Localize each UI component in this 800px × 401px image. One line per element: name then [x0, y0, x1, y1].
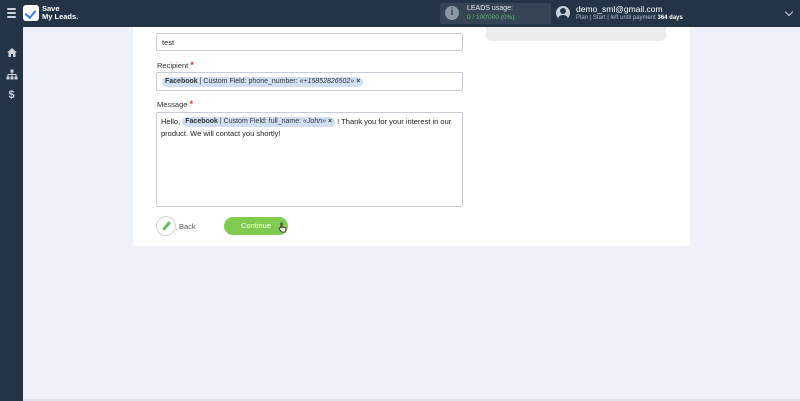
message-chip[interactable]: Facebook | Custom Field: full_name: «Joh… [182, 117, 336, 127]
user-icon[interactable] [556, 6, 570, 20]
required-mark: * [189, 99, 194, 109]
pointer-cursor-icon [278, 222, 287, 233]
recipient-chip[interactable]: Facebook | Custom Field: phone_number: «… [162, 77, 364, 87]
required-mark: * [190, 60, 194, 70]
chip-value: «John» [303, 118, 326, 125]
recipient-label-text: Recipient [157, 61, 189, 70]
dollar-icon[interactable]: $ [5, 89, 18, 101]
chip-source: Facebook [165, 78, 198, 85]
side-panel [486, 27, 666, 41]
chip-remove-icon[interactable]: × [328, 118, 332, 125]
pencil-icon[interactable] [156, 216, 176, 236]
sitemap-icon[interactable] [5, 69, 18, 81]
chip-field: | Custom Field: phone_number: [197, 78, 300, 85]
chip-field: | Custom Field: full_name: [217, 118, 304, 125]
back-button[interactable]: Back [179, 222, 196, 231]
chip-source: Facebook [185, 118, 218, 125]
message-label-text: Message [157, 100, 188, 109]
recipient-label: Recipient * [157, 60, 194, 70]
user-plan: Plan | Start | left until payment 364 da… [576, 15, 683, 21]
plan-text: Plan | Start | left until payment [576, 15, 656, 21]
recipient-field[interactable]: Facebook | Custom Field: phone_number: «… [156, 72, 463, 91]
leads-usage-panel[interactable]: i LEADS usage: 0 / 100'000 (0%) [440, 3, 551, 24]
plan-days: 364 days [657, 15, 683, 21]
chip-value: «+15852826502» [299, 78, 355, 85]
logo-line-2: My Leads. [42, 12, 79, 21]
sidebar: $ [0, 27, 23, 401]
logo-icon[interactable] [23, 5, 39, 21]
user-email[interactable]: demo_sml@gmail.com [576, 4, 663, 14]
chip-remove-icon[interactable]: × [356, 78, 360, 85]
message-field[interactable]: Hello, Facebook | Custom Field: full_nam… [156, 112, 463, 207]
usage-label: LEADS usage: [467, 5, 513, 12]
text-field[interactable]: test [156, 33, 463, 51]
message-label: Message * [157, 99, 193, 109]
logo-text[interactable]: Save My Leads. [42, 5, 78, 21]
info-icon: i [445, 6, 459, 20]
usage-value: 0 / 100'000 (0%) [467, 14, 515, 21]
top-bar: Save My Leads. i LEADS usage: 0 / 100'00… [0, 0, 800, 27]
chevron-down-icon[interactable] [784, 7, 794, 17]
message-prefix: Hello, [161, 117, 183, 126]
hamburger-icon[interactable] [7, 8, 16, 18]
home-icon[interactable] [5, 47, 18, 59]
